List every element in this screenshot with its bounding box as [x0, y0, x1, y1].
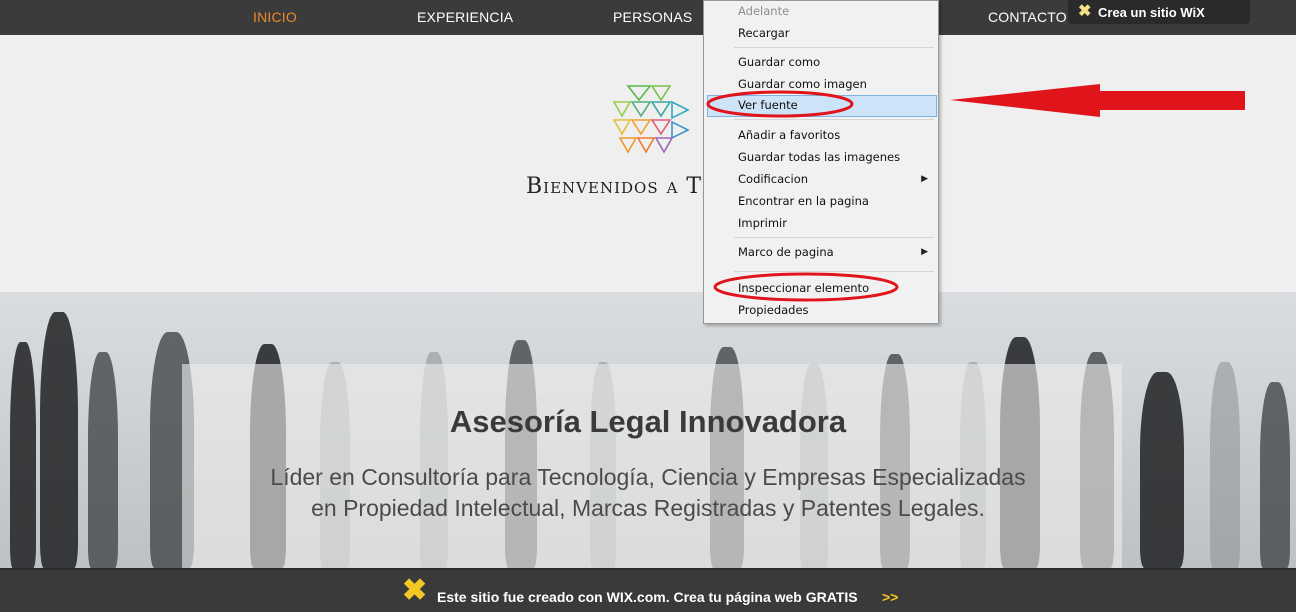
top-navigation-bar: INICIO EXPERIENCIA PERSONAS CONTACTO ✖ C…	[0, 0, 1296, 35]
menu-item-guardar-como[interactable]: Guardar como	[738, 53, 820, 71]
menu-item-imprimir[interactable]: Imprimir	[738, 214, 787, 232]
create-wix-site-button[interactable]: ✖ Crea un sitio WiX	[1068, 0, 1250, 24]
menu-separator	[734, 237, 934, 238]
submenu-arrow-icon: ▶	[921, 174, 928, 184]
browser-context-menu: Adelante Recargar Guardar como Guardar c…	[703, 0, 939, 324]
menu-item-adelante: Adelante	[738, 4, 790, 18]
wix-banner-text[interactable]: Este sitio fue creado con WIX.com. Crea …	[437, 589, 858, 605]
create-wix-site-label: Crea un sitio WiX	[1098, 5, 1205, 20]
menu-item-codificacion[interactable]: Codificacion	[738, 170, 808, 188]
menu-separator	[734, 47, 934, 48]
menu-item-encontrar[interactable]: Encontrar en la pagina	[738, 192, 869, 210]
nav-item-inicio[interactable]: INICIO	[253, 9, 297, 25]
hero-subtitle-line-2: en Propiedad Intelectual, Marcas Registr…	[311, 495, 985, 521]
hero-section: Asesoría Legal Innovadora Líder en Consu…	[0, 292, 1296, 568]
wix-banner-arrow[interactable]: >>	[882, 589, 898, 605]
company-logo-icon	[612, 85, 690, 154]
menu-item-guardar-imagenes[interactable]: Guardar todas las imagenes	[738, 148, 900, 166]
hero-subtitle-line-1: Líder en Consultoría para Tecnología, Ci…	[270, 464, 1026, 490]
menu-item-recargar[interactable]: Recargar	[738, 24, 790, 42]
hero-subtitle: Líder en Consultoría para Tecnología, Ci…	[0, 462, 1296, 524]
welcome-heading: Bienvenidos a TechN	[526, 174, 706, 199]
menu-separator	[734, 119, 934, 120]
nav-item-personas[interactable]: PERSONAS	[613, 9, 692, 25]
red-arrow-icon	[950, 84, 1245, 117]
menu-item-marco[interactable]: Marco de pagina	[738, 243, 834, 261]
nav-item-experiencia[interactable]: EXPERIENCIA	[417, 9, 513, 25]
menu-item-ver-fuente[interactable]: Ver fuente	[738, 96, 798, 114]
hero-title: Asesoría Legal Innovadora	[449, 404, 847, 439]
wix-footer-banner[interactable]: ✖ Este sitio fue creado con WIX.com. Cre…	[0, 568, 1296, 612]
wix-logo-icon: ✖	[1078, 3, 1092, 20]
wix-logo-icon: ✖	[402, 574, 428, 607]
menu-item-guardar-como-imagen[interactable]: Guardar como imagen	[738, 75, 867, 93]
menu-item-anadir-favoritos[interactable]: Añadir a favoritos	[738, 126, 840, 144]
menu-item-propiedades[interactable]: Propiedades	[738, 301, 809, 319]
menu-item-inspeccionar[interactable]: Inspeccionar elemento	[738, 279, 869, 297]
nav-item-contacto[interactable]: CONTACTO	[988, 9, 1067, 25]
menu-separator	[734, 271, 934, 272]
submenu-arrow-icon: ▶	[921, 247, 928, 257]
